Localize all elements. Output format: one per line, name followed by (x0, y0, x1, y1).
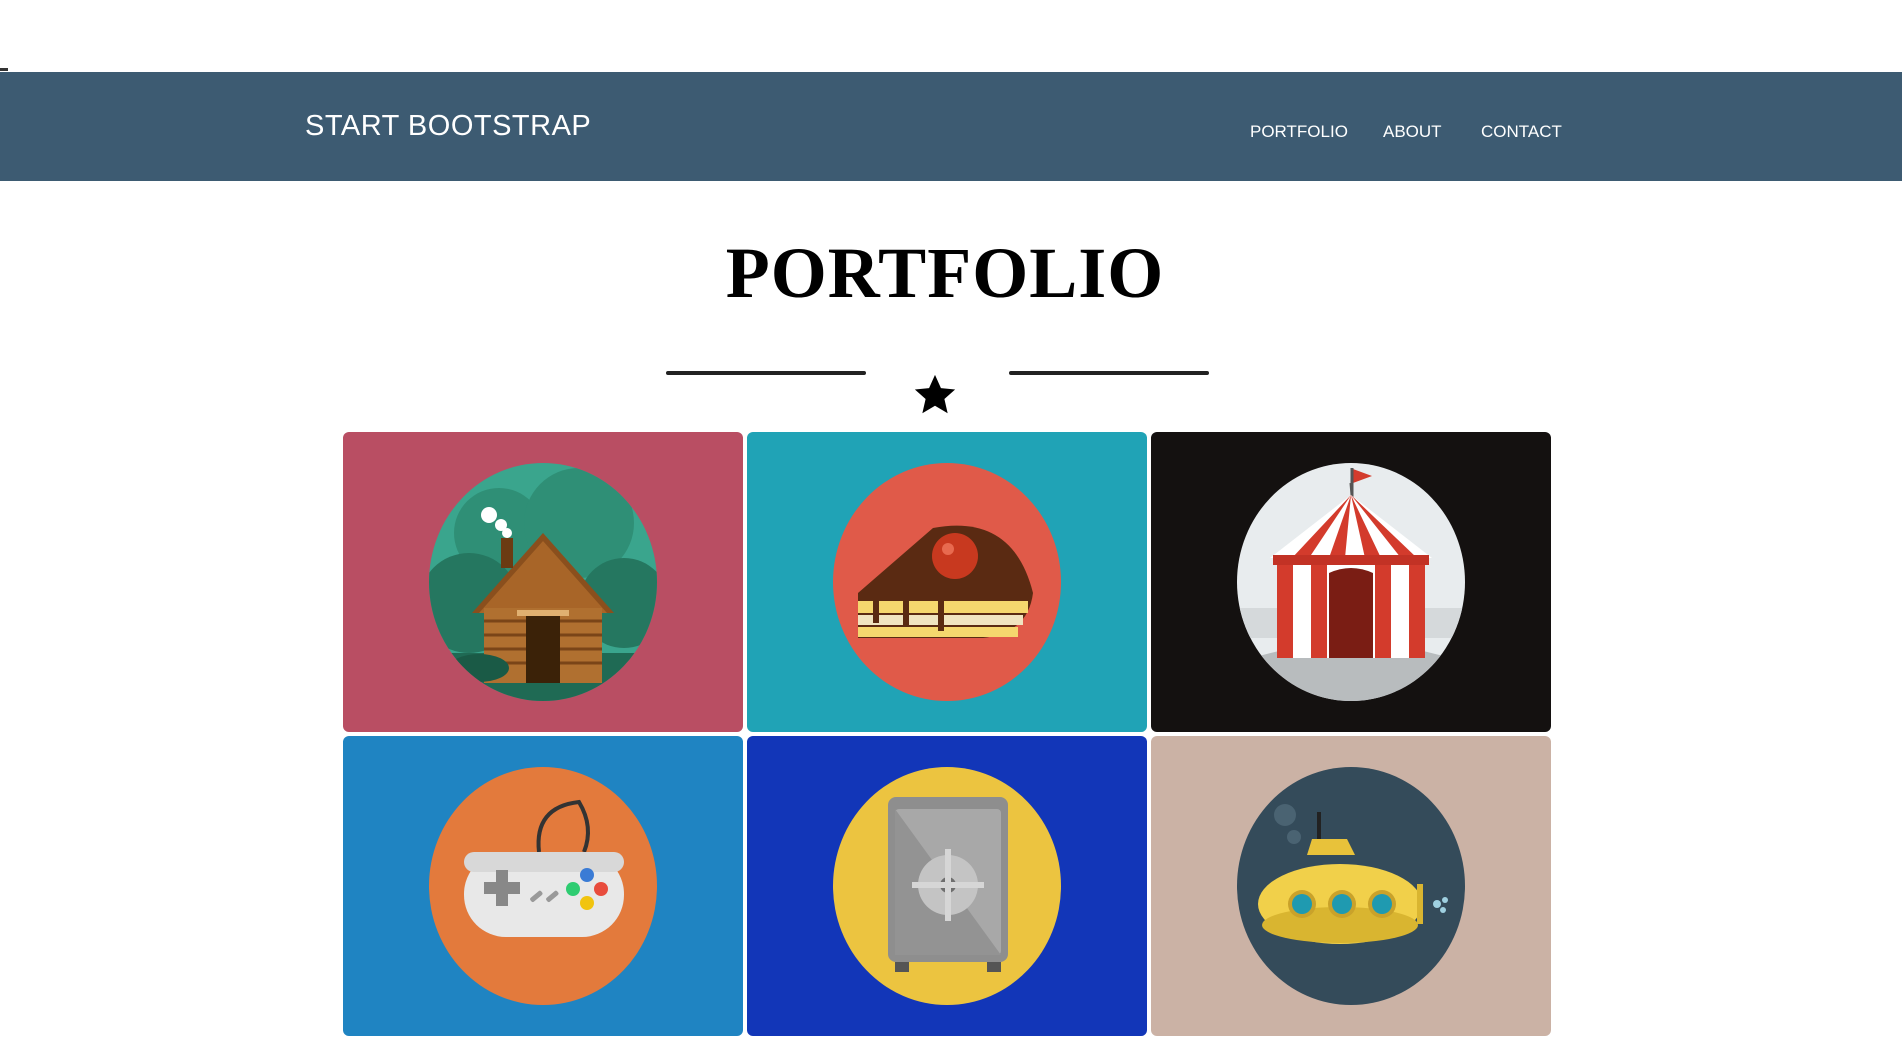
cake-icon (833, 463, 1061, 701)
portfolio-item-game[interactable] (343, 736, 743, 1036)
portfolio-item-circus[interactable] (1151, 432, 1551, 732)
submarine-icon (1237, 767, 1465, 1005)
brand-logo[interactable]: START BOOTSTRAP (305, 110, 591, 143)
divider-line-left (666, 371, 866, 375)
portfolio-item-cabin[interactable] (343, 432, 743, 732)
navbar: START BOOTSTRAP PORTFOLIO ABOUT CONTACT (0, 72, 1902, 181)
divider-line-right (1009, 371, 1209, 375)
section-title: PORTFOLIO (725, 233, 1165, 313)
portfolio-item-safe[interactable] (747, 736, 1147, 1036)
top-blank-area (0, 0, 1902, 72)
portfolio-item-submarine[interactable] (1151, 736, 1551, 1036)
cabin-icon (429, 463, 657, 701)
nav-link-portfolio[interactable]: PORTFOLIO (1250, 122, 1348, 142)
nav-link-about[interactable]: ABOUT (1383, 122, 1442, 142)
safe-icon (833, 767, 1061, 1005)
portfolio-item-cake[interactable] (747, 432, 1147, 732)
cursor-mark (0, 68, 8, 71)
game-controller-icon (429, 767, 657, 1005)
circus-tent-icon (1237, 463, 1465, 701)
star-icon (914, 374, 956, 414)
nav-link-contact[interactable]: CONTACT (1481, 122, 1562, 142)
portfolio-grid (343, 432, 1553, 1036)
